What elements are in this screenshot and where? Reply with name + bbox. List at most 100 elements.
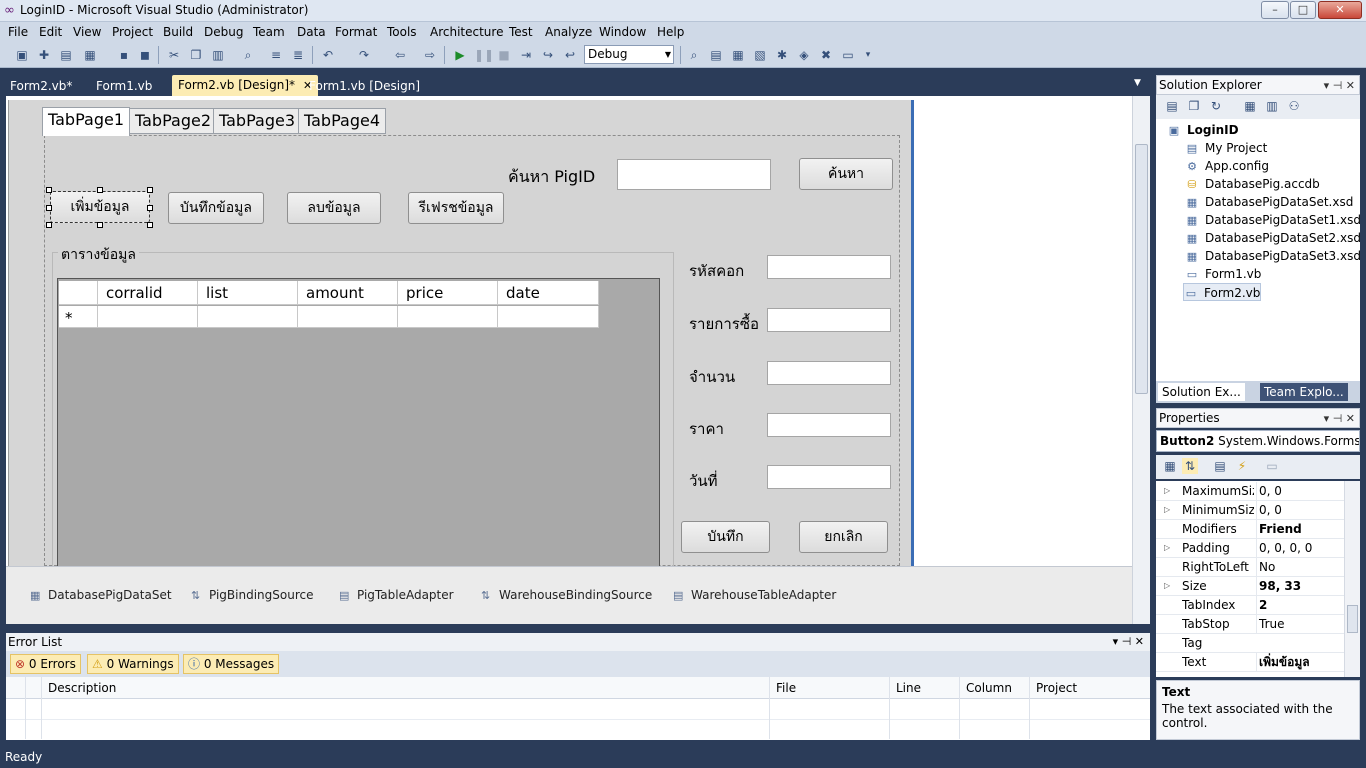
property-row[interactable]: TabStop True <box>1156 615 1344 634</box>
tree-item[interactable]: ▦ DatabasePigDataSet.xsd <box>1185 193 1354 211</box>
menu-tools[interactable]: Tools <box>387 24 417 40</box>
menu-format[interactable]: Format <box>335 24 377 40</box>
navigate-forward-icon[interactable]: ⇨ <box>422 47 438 63</box>
menu-data[interactable]: Data <box>297 24 326 40</box>
show-all-files-icon[interactable]: ❐ <box>1186 98 1202 114</box>
selection-handle[interactable] <box>147 222 153 228</box>
step-over-icon[interactable]: ↪ <box>540 47 556 63</box>
expand-arrow-icon[interactable]: ▷ <box>1164 577 1170 595</box>
price-input[interactable] <box>767 413 891 437</box>
scrollbar-thumb[interactable] <box>1135 144 1148 394</box>
property-value[interactable]: Friend <box>1256 520 1344 538</box>
property-row[interactable]: ▷ MinimumSize0, 0 <box>1156 501 1344 520</box>
messages-filter-button[interactable]: ⓘ 0 Messages <box>183 654 280 674</box>
property-row[interactable]: ▷ MaximumSize0, 0 <box>1156 482 1344 501</box>
add-data-button[interactable]: เพิ่มข้อมูล <box>50 191 150 223</box>
property-row[interactable]: Modifiers Friend <box>1156 520 1344 539</box>
team-explorer-icon[interactable]: ◈ <box>796 47 812 63</box>
property-row[interactable]: ▷ Padding 0, 0, 0, 0 <box>1156 539 1344 558</box>
property-row[interactable]: RightToLeft No <box>1156 558 1344 577</box>
property-value[interactable]: True <box>1256 615 1344 633</box>
errors-filter-button[interactable]: ⊗ 0 Errors <box>10 654 81 674</box>
save-button[interactable]: บันทึก <box>681 521 770 553</box>
date-input[interactable] <box>767 465 891 489</box>
uncomment-icon[interactable]: ≣ <box>290 47 306 63</box>
solution-explorer-icon[interactable]: ▤ <box>708 47 724 63</box>
events-icon[interactable]: ⚡ <box>1234 458 1250 474</box>
grid-column-header[interactable]: corralid <box>98 281 198 305</box>
toolbox-icon[interactable]: ✱ <box>774 47 790 63</box>
designer-vertical-scrollbar[interactable] <box>1132 96 1150 566</box>
tree-item[interactable]: ▦ DatabasePigDataSet1.xsd <box>1185 211 1361 229</box>
menu-project[interactable]: Project <box>112 24 153 40</box>
grid-cell[interactable] <box>298 306 398 328</box>
tree-item[interactable]: ▭ Form1.vb <box>1185 265 1262 283</box>
tree-item[interactable]: ▤ My Project <box>1185 139 1268 157</box>
categorized-icon[interactable]: ▦ <box>1162 458 1178 474</box>
grid-cell[interactable] <box>198 306 298 328</box>
close-window-button[interactable]: ✕ <box>1318 1 1362 19</box>
alphabetical-icon[interactable]: ⇅ <box>1182 458 1198 474</box>
new-row-header[interactable]: * <box>59 306 98 328</box>
open-file-icon[interactable]: ▤ <box>58 47 74 63</box>
cut-icon[interactable]: ✂ <box>166 47 182 63</box>
refresh-icon[interactable]: ↻ <box>1208 98 1224 114</box>
view-designer-icon[interactable]: ▥ <box>1264 98 1280 114</box>
selection-handle[interactable] <box>147 205 153 211</box>
search-pigid-input[interactable] <box>617 159 771 190</box>
tab-form1-vb[interactable]: Form1.vb <box>90 77 158 96</box>
menu-edit[interactable]: Edit <box>39 24 62 40</box>
property-value[interactable]: 2 <box>1256 596 1344 614</box>
form-tab-page4[interactable]: TabPage4 <box>298 108 386 134</box>
grid-column-header[interactable]: list <box>198 281 298 305</box>
expand-arrow-icon[interactable]: ▷ <box>1164 501 1170 519</box>
tab-form2-vb[interactable]: Form2.vb* <box>4 77 78 96</box>
refresh-data-button[interactable]: รีเฟรชข้อมูล <box>408 192 504 224</box>
menu-team[interactable]: Team <box>253 24 285 40</box>
grid-cell[interactable] <box>98 306 198 328</box>
property-row[interactable]: TabIndex 2 <box>1156 596 1344 615</box>
step-out-icon[interactable]: ↩ <box>562 47 578 63</box>
menu-file[interactable]: File <box>8 24 28 40</box>
menu-window[interactable]: Window <box>599 24 646 40</box>
property-value[interactable]: 0, 0 <box>1256 482 1344 500</box>
tray-scrollbar[interactable] <box>1132 566 1150 624</box>
tab-list-dropdown-icon[interactable]: ▼ <box>1134 78 1141 88</box>
tab-team-explorer[interactable]: Team Explo... <box>1260 383 1348 401</box>
column-line[interactable]: Line <box>896 681 921 695</box>
toolbar-overflow-icon[interactable]: ▾ <box>860 47 876 63</box>
panel-controls-icon[interactable]: ▾ ⊣ ✕ <box>1324 409 1355 428</box>
tab-form2-design[interactable]: Form2.vb [Design]* ✕ <box>172 75 319 96</box>
start-page-icon[interactable]: ▭ <box>840 47 856 63</box>
maximize-button[interactable]: □ <box>1290 1 1316 19</box>
selection-handle[interactable] <box>97 187 103 193</box>
column-project[interactable]: Project <box>1036 681 1077 695</box>
property-value[interactable]: 98, 33 <box>1256 577 1344 595</box>
expand-arrow-icon[interactable]: ▷ <box>1164 539 1170 557</box>
property-value[interactable]: No <box>1256 558 1344 576</box>
object-selector[interactable]: Button2 System.Windows.Forms.B <box>1156 430 1360 452</box>
menu-test[interactable]: Test <box>509 24 533 40</box>
menu-build[interactable]: Build <box>163 24 193 40</box>
start-debugging-icon[interactable]: ▶ <box>452 47 468 63</box>
tab-solution-explorer[interactable]: Solution Ex... <box>1158 383 1245 401</box>
property-pages-icon[interactable]: ▭ <box>1264 458 1280 474</box>
copy-icon[interactable]: ❐ <box>188 47 204 63</box>
undo-icon[interactable]: ↶ <box>320 47 336 63</box>
column-file[interactable]: File <box>776 681 796 695</box>
panel-controls-icon[interactable]: ▾ ⊣ ✕ <box>1324 76 1355 95</box>
menu-debug[interactable]: Debug <box>204 24 243 40</box>
save-data-button[interactable]: บันทึกข้อมูล <box>168 192 264 224</box>
search-button[interactable]: ค้นหา <box>799 158 893 190</box>
property-row[interactable]: ▷ Size 98, 33 <box>1156 577 1344 596</box>
selection-handle[interactable] <box>147 187 153 193</box>
warnings-filter-button[interactable]: ⚠ 0 Warnings <box>87 654 179 674</box>
properties-view-icon[interactable]: ▤ <box>1212 458 1228 474</box>
column-description[interactable]: Description <box>48 681 116 695</box>
scrollbar-thumb[interactable] <box>1347 605 1358 633</box>
tree-item[interactable]: ▦ DatabasePigDataSet3.xsd <box>1185 247 1361 265</box>
column-column[interactable]: Column <box>966 681 1012 695</box>
tree-item-selected[interactable]: ▭ Form2.vb <box>1183 283 1262 301</box>
property-row[interactable]: Text เพิ่มข้อมูล <box>1156 653 1344 672</box>
tree-item[interactable]: ⚙ App.config <box>1185 157 1269 175</box>
